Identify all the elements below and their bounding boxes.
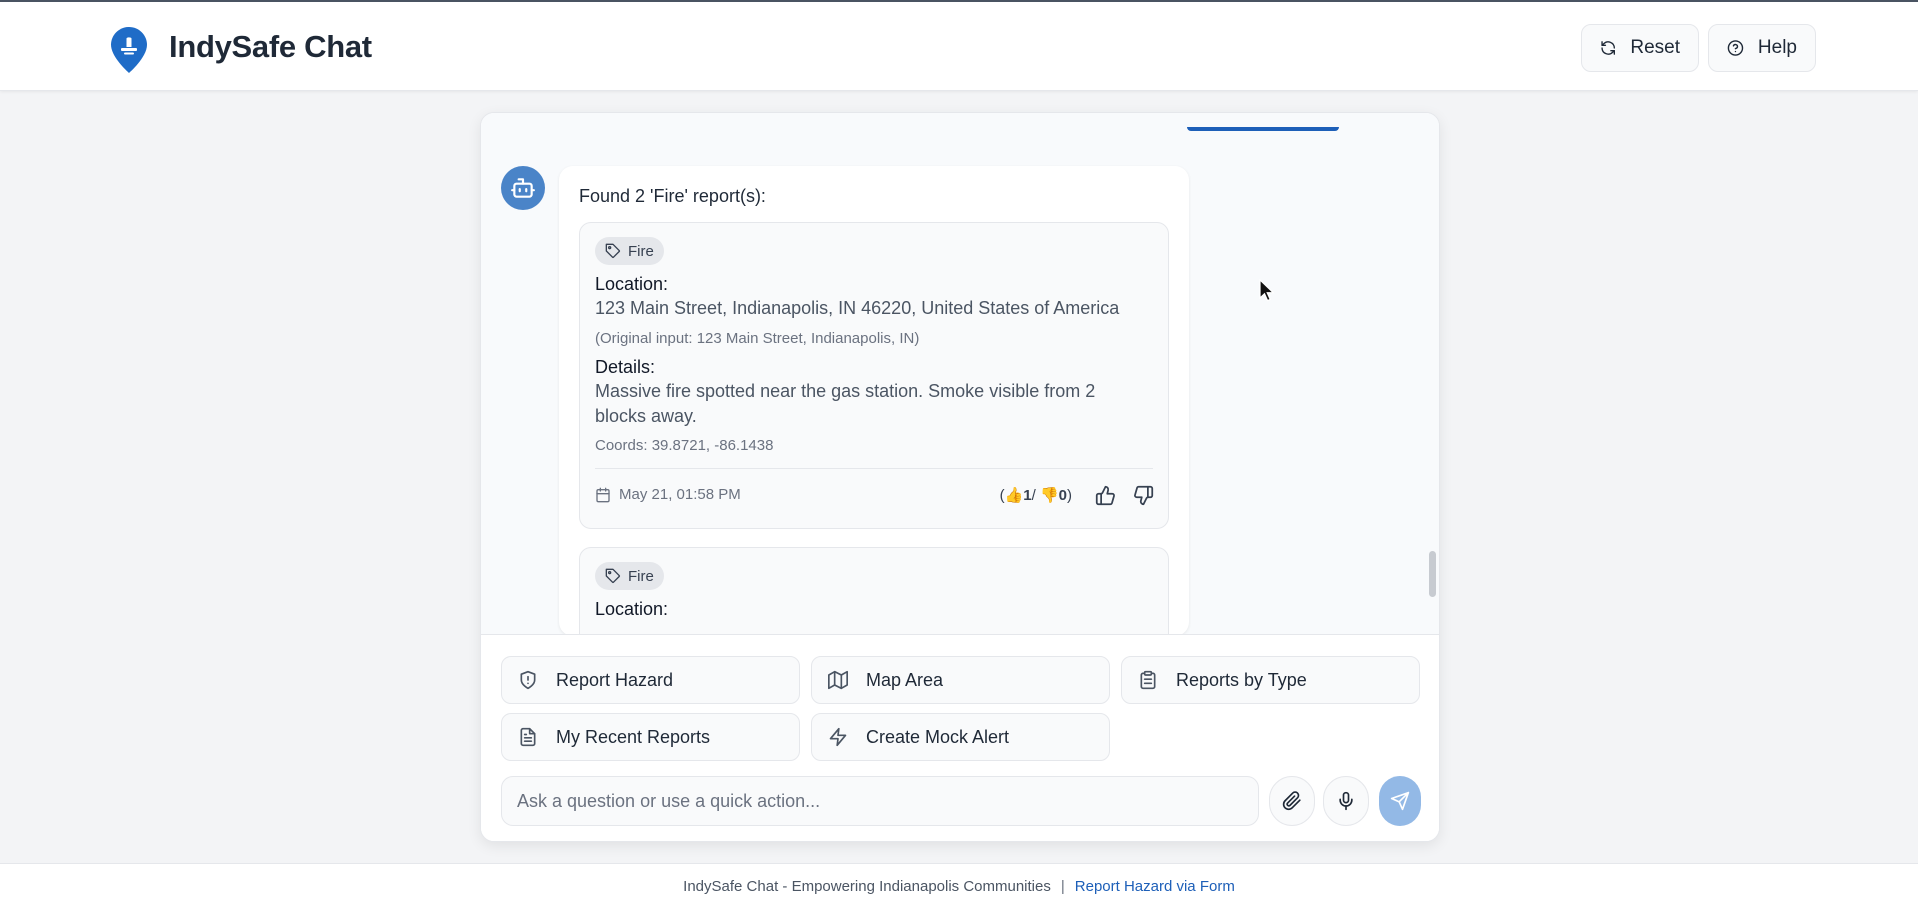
reports-by-type-button[interactable]: Reports by Type [1121, 656, 1420, 704]
send-button[interactable] [1379, 776, 1421, 826]
card-divider [595, 468, 1153, 469]
report-hazard-label: Report Hazard [556, 669, 674, 690]
previous-user-message [1187, 127, 1339, 131]
refresh-icon [1601, 41, 1615, 55]
report-date-text: May 21, 01:58 PM [619, 486, 741, 503]
category-tag: Fire [595, 562, 664, 590]
coords: Coords: 39.8721, -86.1438 [595, 437, 774, 454]
report-card: Fire Location: 123 Main Street, Indianap… [579, 222, 1169, 529]
zap-icon [829, 727, 847, 747]
send-icon [1390, 791, 1410, 811]
my-recent-reports-label: My Recent Reports [556, 726, 711, 747]
reset-button[interactable]: Reset [1581, 24, 1699, 72]
details-label: Details: [595, 357, 656, 377]
footer-separator: | [1060, 878, 1065, 895]
original-input: (Original input: 123 Main Street, Indian… [595, 330, 920, 347]
chat-panel: Found 2 'Fire' report(s): Fire Location:… [480, 112, 1440, 842]
map-icon [828, 670, 848, 690]
file-text-icon [520, 727, 536, 747]
paperclip-icon [1282, 791, 1301, 811]
downvote-emoji: 👎 [1039, 487, 1059, 504]
create-mock-alert-label: Create Mock Alert [866, 726, 1010, 747]
location-value: 123 Main Street, Indianapolis, IN 46220,… [595, 298, 1120, 318]
report-card: Fire Location: [579, 547, 1169, 634]
category-label: Fire [628, 242, 654, 260]
bot-message-text: Found 2 'Fire' report(s): [579, 186, 766, 206]
map-area-label: Map Area [866, 669, 944, 690]
reports-by-type-label: Reports by Type [1176, 669, 1307, 690]
downvote-count: 0 [1058, 487, 1067, 504]
tag-icon [605, 568, 621, 584]
upvote-emoji: 👍 [1004, 487, 1024, 504]
report-hazard-form-link[interactable]: Report Hazard via Form [1075, 878, 1235, 895]
microphone-icon [1339, 791, 1353, 811]
vote-counts: (👍1/ 👎0) [1000, 486, 1072, 504]
microphone-button[interactable] [1323, 776, 1369, 826]
downvote-button[interactable] [1130, 482, 1156, 508]
reset-label: Reset [1630, 37, 1680, 58]
scrollbar-thumb[interactable] [1429, 551, 1436, 597]
location-label: Location: [595, 274, 669, 294]
my-recent-reports-button[interactable]: My Recent Reports [501, 713, 800, 761]
chat-input[interactable] [501, 776, 1259, 826]
map-pin-icon [110, 26, 148, 74]
category-tag: Fire [595, 237, 664, 265]
app-title: IndySafe Chat [169, 29, 372, 64]
report-date: May 21, 01:58 PM [595, 486, 741, 503]
clipboard-icon [1140, 670, 1156, 690]
category-label: Fire [628, 567, 654, 585]
help-button[interactable]: Help [1708, 24, 1816, 72]
map-area-button[interactable]: Map Area [811, 656, 1110, 704]
create-mock-alert-button[interactable]: Create Mock Alert [811, 713, 1110, 761]
bot-avatar [501, 166, 545, 210]
bot-message: Found 2 'Fire' report(s): Fire Location:… [559, 166, 1189, 634]
details-value: Massive fire spotted near the gas statio… [595, 381, 1096, 426]
message-list[interactable]: Found 2 'Fire' report(s): Fire Location:… [481, 113, 1439, 634]
mouse-cursor-icon [1259, 279, 1275, 302]
upvote-count: 1 [1023, 487, 1032, 504]
votes-close: ) [1067, 487, 1072, 504]
attach-button[interactable] [1269, 776, 1315, 826]
bot-icon [511, 178, 535, 198]
votes-sep: / [1031, 487, 1036, 504]
shield-alert-icon [520, 670, 536, 690]
help-label: Help [1757, 37, 1797, 58]
calendar-icon [596, 487, 610, 502]
composer: Report Hazard Map Area Reports by Type M… [481, 634, 1439, 841]
thumbs-up-icon [1095, 485, 1115, 505]
tag-icon [605, 243, 621, 259]
location-label: Location: [595, 599, 669, 619]
upvote-button[interactable] [1092, 482, 1118, 508]
footer-tagline: IndySafe Chat - Empowering Indianapolis … [683, 878, 1051, 895]
report-hazard-button[interactable]: Report Hazard [501, 656, 800, 704]
footer: IndySafe Chat - Empowering Indianapolis … [0, 863, 1918, 909]
app-header: IndySafe Chat Reset Help [0, 2, 1918, 91]
help-circle-icon [1727, 40, 1744, 56]
thumbs-down-icon [1133, 485, 1153, 505]
